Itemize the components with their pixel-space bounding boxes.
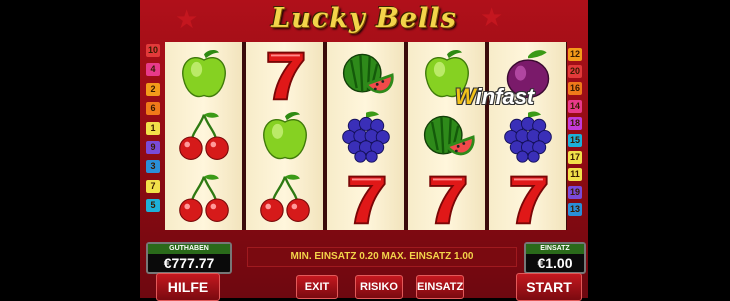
game-title: Lucky Bells (271, 3, 457, 34)
stake-display: EINSATZ €1.00 (524, 242, 586, 274)
cherries-icon (246, 168, 323, 230)
apple-icon (246, 106, 323, 168)
seven-icon (408, 168, 485, 230)
reels-area (165, 42, 567, 230)
payline-2: 2 (146, 82, 160, 96)
balance-label: GUTHABEN (148, 244, 230, 254)
start-button[interactable]: START (516, 273, 582, 301)
winfast-watermark: Winfast (455, 84, 535, 109)
seven-icon (489, 168, 566, 230)
risk-button[interactable]: RISIKO (355, 275, 403, 299)
stake-label: EINSATZ (526, 244, 584, 254)
seven-icon (327, 168, 404, 230)
payline-3: 3 (146, 160, 160, 174)
reel-3 (327, 42, 404, 230)
cherries-icon (165, 168, 242, 230)
stake-range-message: MIN. EINSATZ 0.20 MAX. EINSATZ 1.00 (247, 247, 517, 267)
balance-value: €777.77 (163, 255, 215, 271)
reel-1 (165, 42, 242, 230)
payline-12: 12 (568, 48, 582, 61)
stake-button[interactable]: EINSATZ (416, 275, 464, 299)
reel-2 (246, 42, 323, 230)
payline-10: 10 (146, 44, 160, 57)
payline-1: 1 (146, 121, 160, 135)
payline-4: 4 (146, 63, 160, 77)
payline-15: 15 (568, 134, 582, 147)
payline-7: 7 (146, 179, 160, 193)
payline-11: 11 (568, 168, 582, 182)
payline-5: 5 (146, 199, 160, 213)
reel-4 (408, 42, 485, 230)
payline-16: 16 (568, 82, 582, 96)
watermelon-icon (408, 106, 485, 168)
payline-13: 13 (568, 202, 582, 216)
payline-17: 17 (568, 151, 582, 165)
apple-icon (165, 44, 242, 106)
payline-9: 9 (146, 141, 160, 154)
payline-6: 6 (146, 102, 160, 116)
watermelon-icon (327, 44, 404, 106)
payline-19: 19 (568, 185, 582, 199)
cherries-icon (165, 106, 242, 168)
help-button[interactable]: HILFE (156, 273, 220, 301)
payline-14: 14 (568, 99, 582, 113)
grapes-icon (489, 106, 566, 168)
grapes-icon (327, 106, 404, 168)
seven-icon (246, 44, 323, 106)
balance-display: GUTHABEN €777.77 (146, 242, 232, 274)
payline-18: 18 (568, 116, 582, 130)
stake-value: €1.00 (537, 255, 573, 271)
payline-20: 20 (568, 65, 582, 79)
exit-button[interactable]: EXIT (296, 275, 338, 299)
reel-5 (489, 42, 566, 230)
